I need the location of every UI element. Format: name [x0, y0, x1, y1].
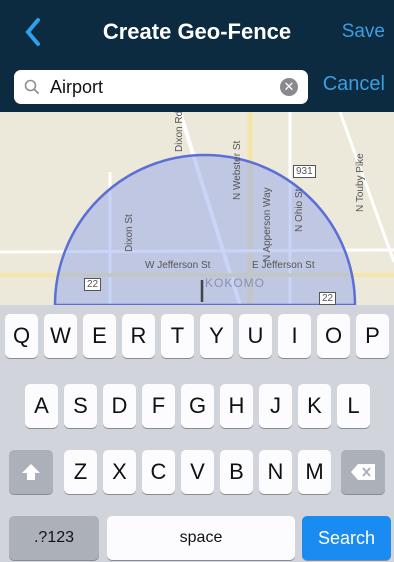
key-m[interactable]: M [298, 450, 331, 494]
key-i[interactable]: I [278, 314, 311, 358]
key-j[interactable]: J [259, 384, 292, 428]
map-label: N Apperson Way [262, 187, 273, 262]
map-label: N Touby Pike [355, 153, 366, 212]
numbers-key[interactable]: .?123 [9, 516, 99, 560]
map-label: W Jefferson St [145, 260, 211, 271]
space-key[interactable]: space [107, 516, 295, 560]
map-label: N Ohio St [294, 188, 305, 232]
key-p[interactable]: P [356, 314, 389, 358]
key-h[interactable]: H [220, 384, 253, 428]
key-n[interactable]: N [259, 450, 292, 494]
map-label: E Jefferson St [252, 260, 315, 271]
shift-icon [22, 464, 40, 480]
map-roads [0, 112, 394, 305]
key-r[interactable]: R [122, 314, 155, 358]
map-view[interactable]: Dixon Rd Dixon St N Webster St N Apperso… [0, 112, 394, 305]
key-y[interactable]: Y [200, 314, 233, 358]
save-button[interactable]: Save [342, 21, 385, 43]
key-e[interactable]: E [83, 314, 116, 358]
delete-key[interactable] [341, 450, 385, 494]
map-label: Dixon St [124, 214, 135, 252]
key-o[interactable]: O [317, 314, 350, 358]
key-s[interactable]: S [64, 384, 97, 428]
page-title: Create Geo-Fence [102, 19, 292, 44]
city-label: KOKOMO [205, 276, 266, 290]
map-label: N Webster St [232, 140, 243, 200]
nav-bar: Create Geo-Fence Save Airport ✕ Cancel [0, 0, 394, 112]
search-input[interactable]: Airport [50, 77, 103, 98]
map-label: Dixon Rd [174, 112, 185, 152]
cancel-button[interactable]: Cancel [323, 73, 385, 96]
search-icon [24, 79, 40, 95]
key-w[interactable]: W [44, 314, 77, 358]
route-shield-icon: 931 [293, 165, 316, 178]
key-b[interactable]: B [220, 450, 253, 494]
key-z[interactable]: Z [64, 450, 97, 494]
clear-icon[interactable]: ✕ [280, 78, 298, 96]
key-v[interactable]: V [181, 450, 214, 494]
key-g[interactable]: G [181, 384, 214, 428]
key-u[interactable]: U [239, 314, 272, 358]
route-shield-icon: 22 [319, 292, 337, 305]
key-d[interactable]: D [103, 384, 136, 428]
search-key[interactable]: Search [302, 516, 391, 560]
key-a[interactable]: A [25, 384, 58, 428]
route-shield-icon: 22 [84, 278, 102, 291]
key-k[interactable]: K [298, 384, 331, 428]
key-t[interactable]: T [161, 314, 194, 358]
keyboard: Q W E R T Y U I O P A S D F G H J K L Z … [0, 305, 394, 562]
key-l[interactable]: L [337, 384, 370, 428]
search-field[interactable]: Airport ✕ [14, 70, 308, 104]
key-c[interactable]: C [142, 450, 175, 494]
key-q[interactable]: Q [5, 314, 38, 358]
key-f[interactable]: F [142, 384, 175, 428]
backspace-icon [351, 464, 375, 480]
shift-key[interactable] [9, 450, 53, 494]
key-x[interactable]: X [103, 450, 136, 494]
